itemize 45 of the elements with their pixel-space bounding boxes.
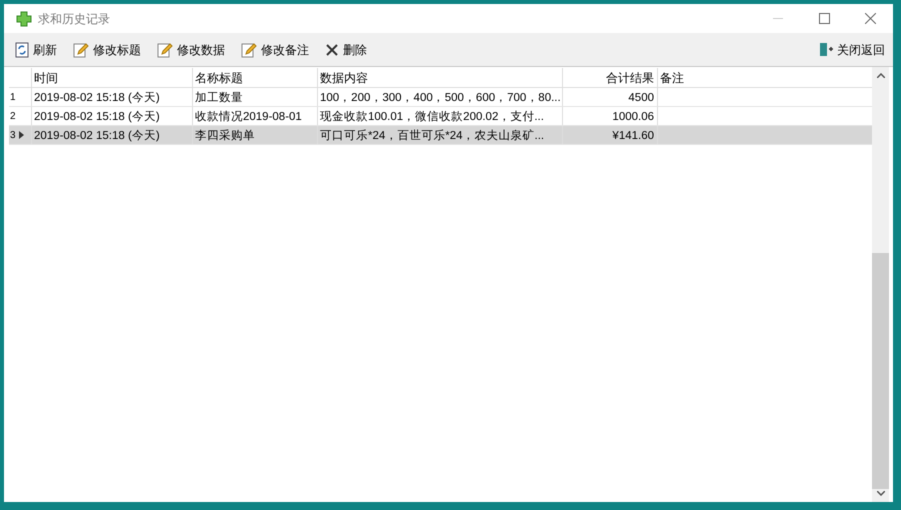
table-row[interactable]: 1 2019-08-02 15:18 (今天) 加工数量 100，200，300，400，500，600，700，80... 4500 <box>9 88 872 107</box>
pencil-document-icon <box>157 42 173 58</box>
window-title: 求和历史记录 <box>38 10 110 28</box>
toolbar-button[interactable]: 删除 <box>322 36 370 62</box>
column-header[interactable]: 名称标题 <box>192 68 317 87</box>
row-number: 2 <box>10 110 16 124</box>
row-number: 3 <box>10 128 16 142</box>
table-cell: 2019-08-02 15:18 (今天) <box>34 92 160 104</box>
column-header[interactable]: 合计结果 <box>562 68 657 87</box>
column-header[interactable]: 备注 <box>657 68 842 87</box>
pencil-document-icon <box>73 42 89 58</box>
toolbar-button[interactable]: 修改数据 <box>154 36 228 62</box>
pencil-document-icon <box>241 42 257 58</box>
close-return-button[interactable]: 关闭返回 <box>816 36 887 62</box>
plus-icon <box>16 10 32 26</box>
toolbar-button[interactable]: 修改备注 <box>238 36 312 62</box>
table-row[interactable]: 3 2019-08-02 15:18 (今天) 李四采购单 可口可乐*24，百世可乐*24，农夫山泉矿... ¥141.60 <box>9 126 872 145</box>
row-number: 1 <box>10 90 16 104</box>
table-cell: 现金收款100.01，微信收款200.02，支付... <box>320 111 544 123</box>
table-cell: 4500 <box>628 92 654 104</box>
table-cell: 收款情况2019-08-01 <box>195 111 302 123</box>
minimize-icon <box>773 18 783 19</box>
column-header[interactable]: 时间 <box>31 68 192 87</box>
column-header[interactable]: 数据内容 <box>317 68 562 87</box>
table-cell: 100，200，300，400，500，600，700，80... <box>320 92 561 104</box>
table-cell: 李四采购单 <box>195 130 255 142</box>
scrollbar[interactable] <box>872 67 889 502</box>
scroll-down-icon[interactable] <box>876 491 884 496</box>
scroll-up-icon[interactable] <box>876 73 884 78</box>
table-cell: 加工数量 <box>195 92 243 104</box>
maximize-icon <box>818 13 830 24</box>
table-cell: 2019-08-02 15:18 (今天) <box>34 111 160 123</box>
close-icon <box>864 13 876 24</box>
toolbar-button[interactable]: 刷新 <box>12 36 60 62</box>
toolbar-button[interactable]: 修改标题 <box>70 36 144 62</box>
table-cell: 可口可乐*24，百世可乐*24，农夫山泉矿... <box>320 130 544 142</box>
table-cell: ¥141.60 <box>612 130 654 142</box>
refresh-icon <box>15 42 29 58</box>
table-cell: 1000.06 <box>612 111 654 123</box>
table-row[interactable]: 2 2019-08-02 15:18 (今天) 收款情况2019-08-01 现金收款100.01，微信收款200.02，支付... 1000.06 <box>9 107 872 126</box>
exit-door-icon <box>818 42 834 58</box>
current-row-icon <box>18 131 24 139</box>
scroll-thumb[interactable] <box>872 253 889 489</box>
table-cell: 2019-08-02 15:18 (今天) <box>34 130 160 142</box>
delete-icon <box>325 42 339 56</box>
